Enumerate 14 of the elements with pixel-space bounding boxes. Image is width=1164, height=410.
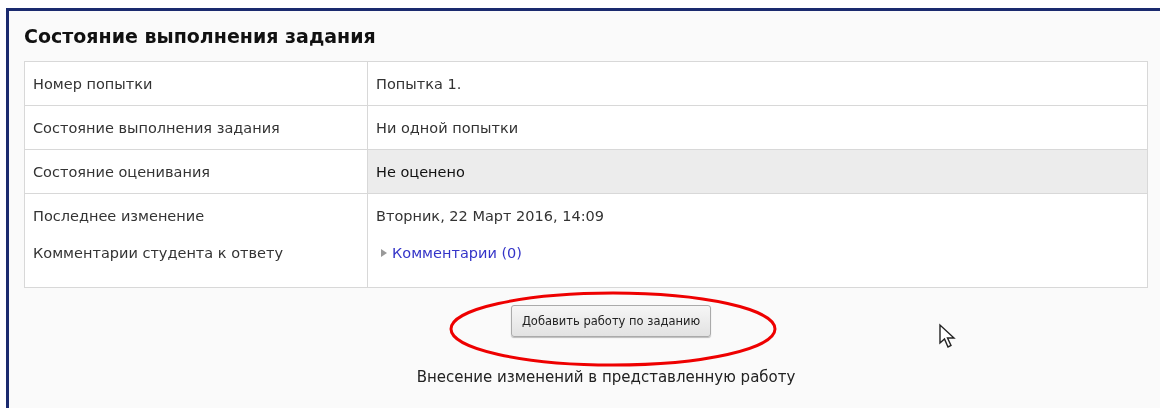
add-submission-button[interactable]: Добавить работу по заданию	[510, 305, 712, 337]
expand-icon[interactable]	[380, 248, 388, 258]
table-cell: Состояние оценивания	[24, 149, 368, 194]
cursor-icon	[938, 323, 958, 349]
table-cell: Попытка 1.	[367, 61, 1148, 106]
note-text: Внесение изменений в представленную работу	[415, 367, 797, 386]
table-cell: Не оценено	[367, 149, 1148, 194]
table-cell: Вторник, 22 Март 2016, 14:09	[367, 193, 1148, 237]
section-title: Состояние выполнения задания	[24, 24, 377, 49]
table-cell: Комментарии студента к ответу	[24, 237, 368, 288]
comments-link[interactable]: Комментарии (0)	[392, 245, 522, 261]
table-cell: Последнее изменение	[24, 193, 368, 237]
table-cell: Номер попытки	[24, 61, 368, 106]
table-cell: Состояние выполнения задания	[24, 105, 368, 150]
